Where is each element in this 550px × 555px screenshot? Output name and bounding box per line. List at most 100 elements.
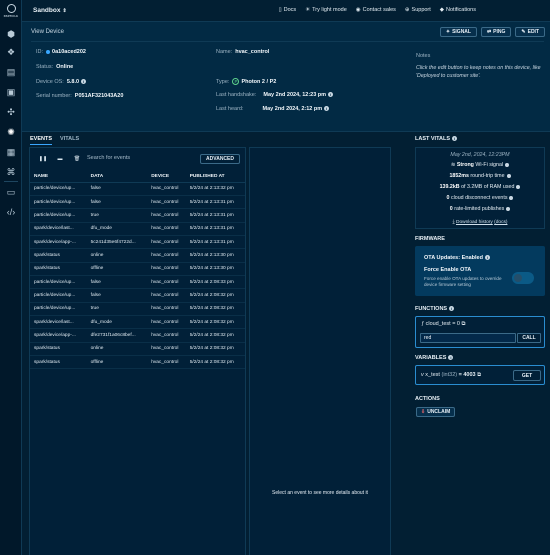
tab-events[interactable]: EVENTS	[30, 136, 53, 145]
vital-ram: 139.2kB of 3.2MB of RAM used	[416, 184, 544, 190]
call-button[interactable]: CALL	[517, 333, 541, 343]
event-published-cell: 5/2/24 at 2:08:32 pm	[185, 328, 245, 343]
table-row[interactable]: spark/device/app-... dfe2731f1a06c8bef...…	[30, 328, 245, 343]
brand-name: PARTICLE	[3, 15, 19, 18]
info-icon[interactable]: i	[452, 136, 458, 142]
ota-status: OTA Updates: Enabled i	[424, 255, 490, 261]
table-row[interactable]: particle/device/up... true hvac_control 5/2…	[30, 302, 245, 316]
info-icon[interactable]: i	[449, 306, 455, 312]
event-data-cell: dfe2731f1a06c8bef...	[86, 328, 148, 343]
signal-button[interactable]: ✦ SIGNAL	[439, 27, 477, 37]
pause-icon[interactable]: ❚❚	[37, 154, 49, 164]
status-dot-icon	[516, 184, 521, 189]
event-name-cell: particle/device/up...	[30, 208, 87, 223]
info-icon[interactable]: i	[81, 79, 87, 85]
billing-icon[interactable]: ▦	[5, 146, 17, 158]
bell-icon: ◆	[439, 7, 445, 13]
table-row[interactable]: spark/status offline hvac_control 5/2/24 at…	[30, 262, 245, 276]
event-device-cell: hvac_control	[147, 355, 186, 370]
network-icon[interactable]: ✣	[5, 106, 17, 118]
info-icon[interactable]: i	[448, 355, 454, 361]
org-name: Sandbox	[33, 7, 61, 14]
info-icon[interactable]: i	[328, 92, 334, 98]
get-button[interactable]: GET	[513, 370, 541, 381]
event-published-cell: 5/2/24 at 2:13:30 pm	[185, 262, 245, 276]
org-switcher[interactable]: Sandbox ⇕	[33, 7, 67, 14]
event-device-cell: hvac_control	[147, 208, 186, 223]
tab-bar: EVENTS VITALS	[30, 136, 79, 145]
contact-sales-link[interactable]: ◉ Contact sales	[356, 7, 396, 13]
vital-rate-limited: 0 rate-limited publishes	[416, 206, 544, 212]
message-icon[interactable]: ▬	[54, 154, 66, 164]
event-data-cell: false	[86, 275, 148, 290]
document-icon[interactable]: ▤	[5, 66, 17, 78]
status-dot-icon	[505, 162, 510, 167]
status-dot-icon	[506, 206, 511, 211]
event-name-cell: spark/device/app-...	[30, 235, 87, 250]
table-row[interactable]: particle/device/up... false hvac_control 5/…	[30, 288, 245, 303]
logic-icon[interactable]: ⌘	[5, 166, 17, 178]
table-row[interactable]: spark/status online hvac_control 5/2/24 at …	[30, 342, 245, 356]
table-row[interactable]: spark/status online hvac_control 5/2/24 at …	[30, 248, 245, 263]
event-data-cell: dfu_mode	[86, 222, 148, 236]
trash-icon[interactable]: 🗑	[71, 154, 83, 164]
chat-icon: ◉	[355, 7, 361, 13]
tab-vitals[interactable]: VITALS	[60, 136, 79, 145]
page-title: View Device	[31, 29, 64, 35]
event-published-cell: 5/2/24 at 2:08:33 pm	[185, 275, 245, 290]
vitals-timestamp: May 2nd, 2024, 12:23PM	[450, 152, 510, 158]
docs-link[interactable]: ▯ Docs	[279, 7, 297, 13]
brand-logo[interactable]: PARTICLE	[2, 4, 20, 18]
unclaim-icon: ⇩	[421, 409, 426, 415]
settings-icon[interactable]: ✺	[5, 126, 17, 138]
rail-divider	[4, 181, 18, 182]
status-dot-icon	[506, 173, 511, 178]
col-published: PUBLISHED AT	[185, 172, 245, 183]
table-row[interactable]: particle/device/up... true hvac_control 5/2…	[30, 208, 245, 223]
unclaim-button[interactable]: ⇩ UNCLAIM	[416, 407, 456, 417]
info-icon[interactable]: i	[324, 106, 330, 112]
function-signature: ƒ cloud_test = 0 ⧉	[421, 321, 466, 327]
advanced-button[interactable]: ADVANCED	[200, 154, 240, 164]
doc-icon: ▯	[278, 7, 282, 13]
table-row[interactable]: particle/device/up... false hvac_control 5/…	[30, 182, 245, 196]
table-row[interactable]: spark/device/last... dfu_mode hvac_control…	[30, 315, 245, 330]
table-row[interactable]: spark/device/app-... 5c241d35e6f4722d... h…	[30, 235, 245, 250]
table-header-row: NAME DATA DEVICE PUBLISHED AT	[30, 172, 245, 183]
event-data-cell: false	[86, 195, 148, 210]
support-link[interactable]: ⊕ Support	[405, 7, 431, 13]
edit-button[interactable]: ✎ EDIT	[515, 27, 545, 37]
notes-body: Click the edit button to keep notes on t…	[416, 65, 541, 79]
table-row[interactable]: particle/device/up... false hvac_control 5/…	[30, 195, 245, 210]
products-icon[interactable]: ❖	[5, 46, 17, 58]
chevron-updown-icon: ⇕	[62, 8, 67, 14]
event-data-cell: offline	[86, 262, 148, 276]
notifications-link[interactable]: ◆ Notifications	[440, 7, 476, 13]
ping-icon: ⇄	[486, 29, 492, 35]
copy-icon[interactable]: ⧉	[462, 321, 466, 327]
cube-icon[interactable]: ⬢	[5, 28, 17, 40]
vitals-docs-link[interactable]: (docs)	[494, 220, 507, 225]
console-icon[interactable]: ▣	[5, 86, 17, 98]
code-icon[interactable]: ‹/›	[5, 206, 17, 218]
ping-button[interactable]: ⇄ PING	[480, 27, 512, 37]
info-icon[interactable]: i	[484, 255, 490, 261]
table-row[interactable]: spark/status offline hvac_control 5/2/24 at…	[30, 355, 245, 370]
event-detail-panel: Select an event to see more details abou…	[249, 147, 391, 555]
event-search-input[interactable]: Search for events	[87, 155, 130, 161]
function-argument-input[interactable]	[420, 333, 516, 343]
table-row[interactable]: spark/device/last... dfu_mode hvac_control…	[30, 222, 245, 236]
table-row[interactable]: particle/device/up... false hvac_control 5/…	[30, 275, 245, 290]
col-data: DATA	[86, 172, 148, 183]
event-device-cell: hvac_control	[147, 288, 186, 303]
download-history-link[interactable]: Download history	[456, 220, 493, 225]
light-mode-link[interactable]: ☀ Try light mode	[305, 7, 347, 13]
copy-icon[interactable]: ⧉	[477, 372, 481, 378]
card-icon[interactable]: ▭	[5, 186, 17, 198]
variable-value: = 4003	[458, 372, 476, 378]
event-name-cell: particle/device/up...	[30, 275, 87, 290]
event-name-cell: particle/device/up...	[30, 182, 87, 196]
sun-icon: ☀	[305, 7, 311, 13]
force-ota-toggle[interactable]	[512, 272, 534, 284]
event-name-cell: spark/status	[30, 355, 87, 370]
